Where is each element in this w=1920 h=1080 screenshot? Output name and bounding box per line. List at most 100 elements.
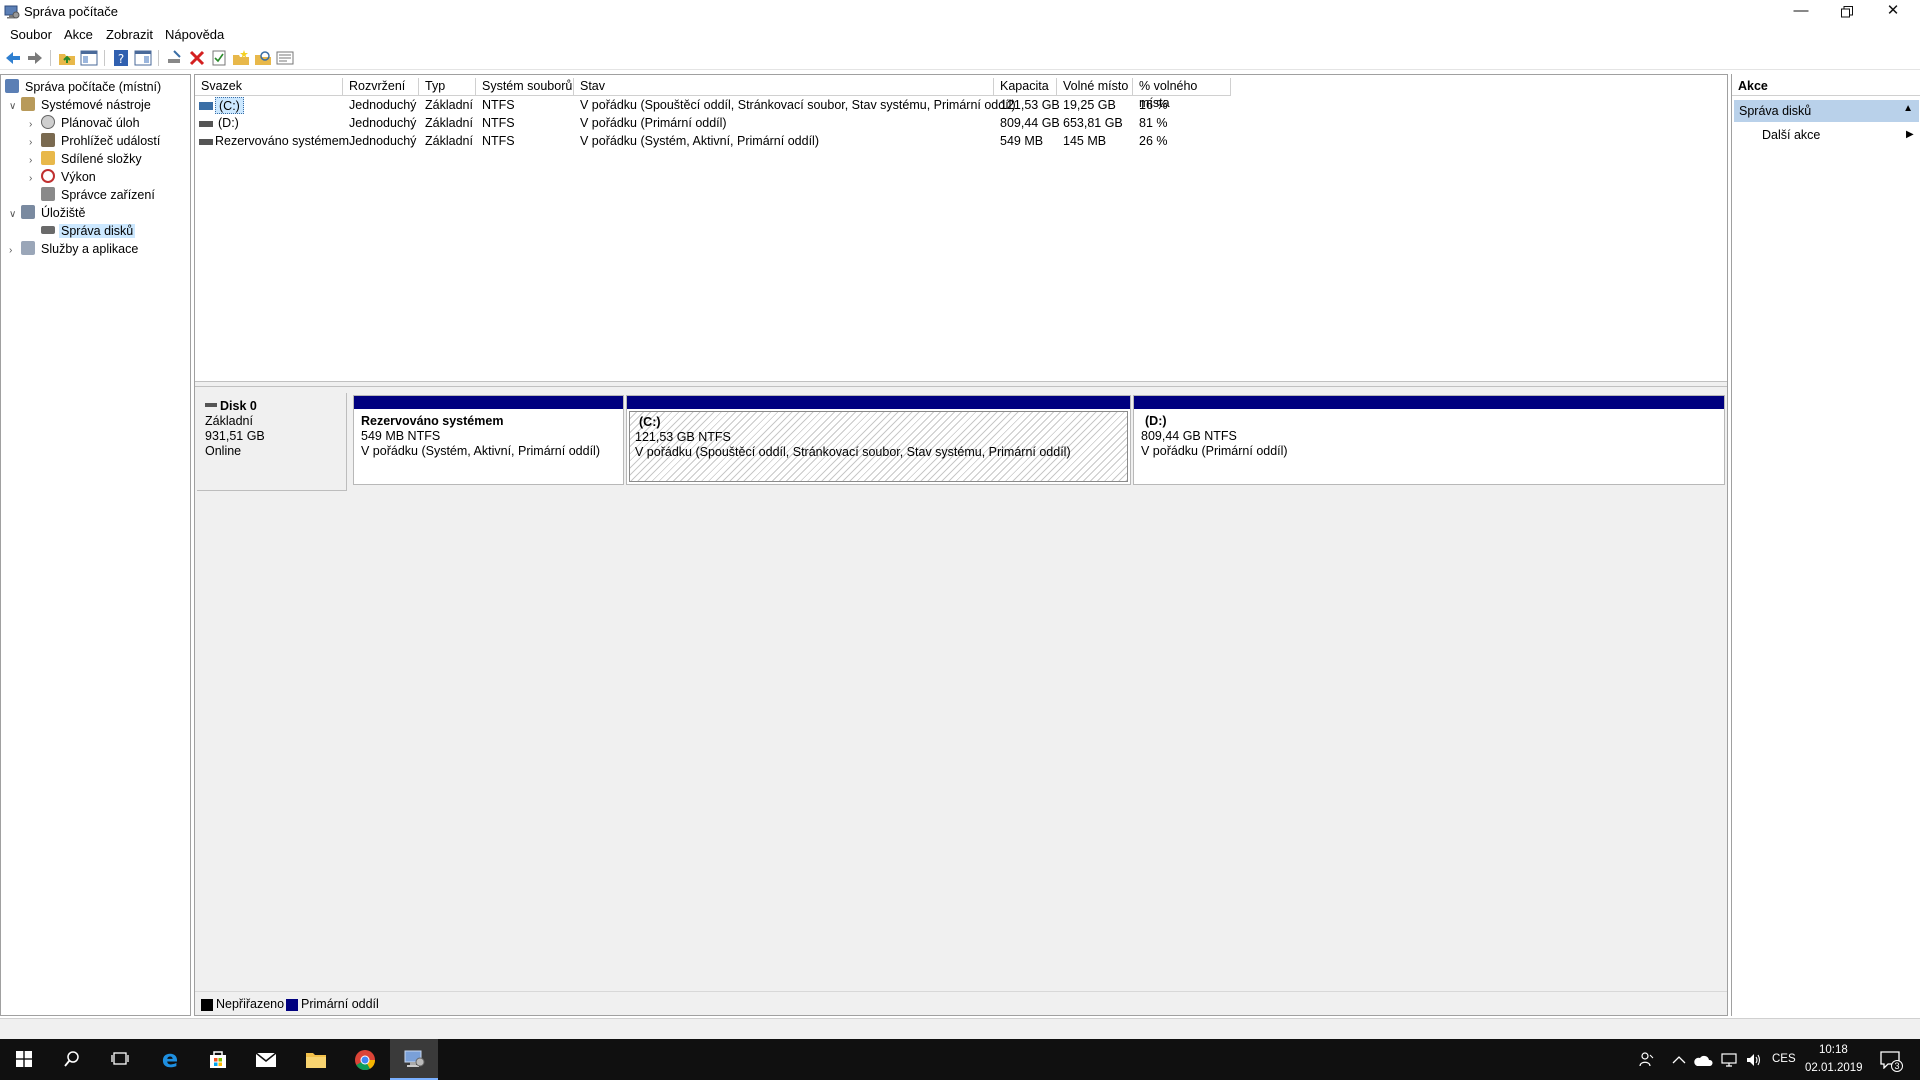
menu-help[interactable]: Nápověda <box>165 27 224 42</box>
taskbar-store[interactable] <box>194 1039 242 1080</box>
taskbar-chrome[interactable] <box>341 1039 389 1080</box>
restore-button[interactable] <box>1824 0 1870 24</box>
device-manager-icon <box>41 187 55 201</box>
explore-icon[interactable] <box>254 49 272 67</box>
cell-volume: Rezervováno systémem <box>215 134 350 148</box>
search-button[interactable] <box>48 1039 96 1080</box>
network-icon[interactable] <box>1720 1052 1738 1068</box>
partition-c[interactable]: (C:) 121,53 GB NTFS V pořádku (Spouštěcí… <box>626 395 1131 485</box>
search-icon <box>64 1051 79 1067</box>
chevron-down-icon[interactable]: ∨ <box>9 98 21 115</box>
minimize-button[interactable]: — <box>1778 0 1824 24</box>
show-action-pane-icon[interactable] <box>134 49 152 67</box>
cell-file-system: NTFS <box>482 116 515 130</box>
disk-0-label[interactable]: Disk 0 Základní 931,51 GB Online <box>197 393 347 491</box>
title-bar[interactable]: Správa počítače — ✕ <box>0 0 1920 24</box>
column-header-capacity[interactable]: Kapacita <box>994 78 1057 96</box>
column-header-file-system[interactable]: Systém souborů <box>476 78 574 96</box>
column-header-percent-free[interactable]: % volného místa <box>1133 78 1231 110</box>
connect-drive-icon[interactable] <box>166 49 184 67</box>
chevron-right-icon[interactable]: › <box>29 170 41 187</box>
partition-status: V pořádku (Primární oddíl) <box>1141 444 1288 458</box>
menu-file[interactable]: Soubor <box>10 27 52 42</box>
cell-file-system: NTFS <box>482 98 515 112</box>
cell-percent-free: 81 % <box>1139 116 1168 130</box>
partition-size: 121,53 GB NTFS <box>635 430 731 444</box>
tools-icon <box>21 97 35 111</box>
tree-item-disk-management[interactable]: Správa disků <box>41 223 136 240</box>
partition-size: 549 MB NTFS <box>361 429 441 443</box>
action-center-button[interactable]: 3 <box>1870 1039 1914 1080</box>
partition-system-reserved[interactable]: Rezervováno systémem 549 MB NTFS V pořád… <box>353 395 624 485</box>
menu-action[interactable]: Akce <box>64 27 93 42</box>
computer-management-icon <box>404 1050 425 1067</box>
cell-capacity: 121,53 GB <box>1000 98 1060 112</box>
chevron-right-icon[interactable]: › <box>29 152 41 169</box>
cell-layout: Jednoduchý <box>349 98 417 112</box>
close-button[interactable]: ✕ <box>1870 0 1916 24</box>
chevron-right-icon[interactable]: › <box>29 134 41 151</box>
forward-icon[interactable] <box>26 49 44 67</box>
tree-item-performance[interactable]: › Výkon <box>29 169 98 186</box>
start-button[interactable] <box>0 1039 48 1080</box>
more-actions-item[interactable]: Další akce <box>1762 128 1820 142</box>
taskbar-computer-management[interactable] <box>390 1039 438 1080</box>
cell-type: Základní <box>425 116 473 130</box>
show-hide-tree-icon[interactable] <box>80 49 98 67</box>
toolbar-separator <box>104 50 105 66</box>
column-header-layout[interactable]: Rozvržení <box>343 78 419 96</box>
back-icon[interactable] <box>4 49 22 67</box>
column-header-status[interactable]: Stav <box>574 78 994 96</box>
partition-body: (D:) 809,44 GB NTFS V pořádku (Primární … <box>1136 411 1722 482</box>
input-language[interactable]: CES <box>1772 1053 1796 1065</box>
unallocated-swatch <box>201 999 213 1011</box>
view-icon[interactable] <box>276 49 294 67</box>
chevron-right-icon[interactable]: › <box>29 116 41 133</box>
partition-d[interactable]: (D:) 809,44 GB NTFS V pořádku (Primární … <box>1133 395 1725 485</box>
onedrive-icon[interactable] <box>1693 1053 1713 1067</box>
task-view-button[interactable] <box>96 1039 144 1080</box>
tree-item-storage[interactable]: ∨ Úložiště <box>9 205 87 222</box>
cell-volume: (C:) <box>215 97 244 114</box>
collapse-icon[interactable]: ▲ <box>1903 103 1913 114</box>
disk-name: Disk 0 <box>220 399 257 413</box>
people-icon[interactable] <box>1638 1051 1654 1067</box>
up-folder-icon[interactable] <box>58 49 76 67</box>
svg-text:?: ? <box>118 52 124 66</box>
partition-name: Rezervováno systémem <box>361 414 504 428</box>
taskbar-edge[interactable]: e <box>146 1039 194 1080</box>
taskbar-file-explorer[interactable] <box>292 1039 340 1080</box>
tree-item-services-and-applications[interactable]: › Služby a aplikace <box>9 241 140 258</box>
tree-item-event-viewer[interactable]: › Prohlížeč událostí <box>29 133 162 150</box>
actions-pane: Akce Správa disků ▲ Další akce ▶ <box>1731 74 1920 1016</box>
chevron-right-icon[interactable]: › <box>9 242 21 259</box>
disk-graphical-view: Disk 0 Základní 931,51 GB Online Rezervo… <box>195 387 1727 991</box>
taskbar-mail[interactable] <box>242 1039 290 1080</box>
partition-body: Rezervováno systémem 549 MB NTFS V pořád… <box>356 411 621 482</box>
cell-free-space: 145 MB <box>1063 134 1107 148</box>
delete-icon[interactable] <box>188 49 206 67</box>
disk-drive-icon <box>41 226 55 234</box>
column-header-type[interactable]: Typ <box>419 78 476 96</box>
chevron-down-icon[interactable]: ∨ <box>9 206 21 223</box>
tree-item-shared-folders[interactable]: › Sdílené složky <box>29 151 144 168</box>
chevron-up-icon[interactable] <box>1672 1055 1686 1065</box>
toolbar-separator <box>50 50 51 66</box>
clock[interactable]: 10:18 02.01.2019 <box>1800 1042 1863 1078</box>
tree-item-device-manager[interactable]: Správce zařízení <box>41 187 157 204</box>
column-header-volume[interactable]: Svazek <box>195 78 343 96</box>
tree-item-system-tools[interactable]: ∨ Systémové nástroje <box>9 97 153 114</box>
menu-view[interactable]: Zobrazit <box>106 27 153 42</box>
properties-icon[interactable] <box>210 49 228 67</box>
column-header-free-space[interactable]: Volné místo <box>1057 78 1133 96</box>
cell-percent-free: 16 % <box>1139 98 1168 112</box>
close-icon: ✕ <box>1886 2 1900 19</box>
volume-icon[interactable] <box>1745 1052 1763 1068</box>
submenu-arrow-icon: ▶ <box>1906 129 1914 140</box>
disk-type: Základní <box>205 414 253 428</box>
tree-item-task-scheduler[interactable]: › Plánovač úloh <box>29 115 142 132</box>
help-icon[interactable]: ? <box>112 49 130 67</box>
new-folder-icon[interactable] <box>232 49 250 67</box>
actions-section-disk-management[interactable]: Správa disků ▲ <box>1734 100 1919 122</box>
tree-item-computer-management[interactable]: Správa počítače (místní) <box>5 79 163 96</box>
